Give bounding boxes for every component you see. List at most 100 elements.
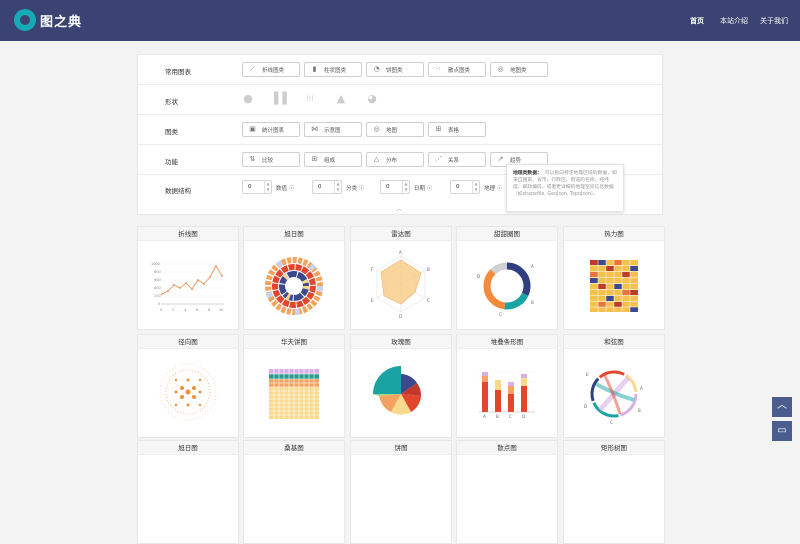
x-tick: 8 bbox=[208, 308, 210, 312]
chord-label: C bbox=[610, 420, 613, 425]
card-scatter-chart[interactable]: 散点图 bbox=[456, 440, 558, 544]
radar-label: D bbox=[399, 314, 402, 319]
heatmap-thumbnail bbox=[590, 260, 638, 312]
chip-pie-charts[interactable]: ◔ 饼图类 bbox=[366, 62, 424, 77]
filter-row-shape: 形状 ● ▌▌ ⁞⁞⁞ ▲ ◕ bbox=[138, 85, 662, 115]
card-waffle-chart[interactable]: 华夫饼图 bbox=[243, 334, 345, 438]
chip-label: 散点图类 bbox=[448, 67, 471, 74]
card-radar-chart[interactable]: 雷达图 A B C D E F bbox=[350, 226, 452, 330]
card-title: 桑基图 bbox=[244, 441, 344, 455]
line-chart-icon: ⟋ bbox=[250, 65, 255, 73]
card-title: 旭日图 bbox=[138, 441, 238, 455]
stepper-arrows-icon[interactable]: ▲ ▼ bbox=[334, 181, 341, 193]
bar-label: D bbox=[522, 414, 525, 419]
filter-row-label: 常用图表 bbox=[165, 68, 191, 76]
chip-compare[interactable]: ⇅ 比较 bbox=[242, 152, 300, 167]
trend-icon: ↗ bbox=[497, 155, 504, 163]
nav-about-us[interactable]: 关于我们 bbox=[760, 16, 788, 26]
card-chord-chart[interactable]: 和弦图 A B C D E bbox=[563, 334, 665, 438]
chip-label: 示意图 bbox=[324, 127, 341, 134]
chat-icon: ▭ bbox=[777, 425, 787, 436]
chip-scatter-charts[interactable]: ⁖ 散点图类 bbox=[428, 62, 486, 77]
chip-line-charts[interactable]: ⟋ 折线图类 bbox=[242, 62, 300, 77]
stepper-label-date: 日期 ⓘ bbox=[414, 186, 433, 192]
radar-label: B bbox=[427, 267, 430, 272]
radar-label: A bbox=[399, 250, 402, 255]
circle-shape-icon[interactable]: ● bbox=[242, 93, 254, 105]
bar-chart-icon: ▮ bbox=[312, 65, 317, 73]
composition-icon: ⊞ bbox=[311, 155, 318, 163]
card-pie-chart[interactable]: 饼图 bbox=[350, 440, 452, 544]
chip-bar-charts[interactable]: ▮ 柱状图类 bbox=[304, 62, 362, 77]
sunburst-thumbnail bbox=[265, 257, 323, 315]
stepper-arrows-icon[interactable]: ▲ ▼ bbox=[264, 181, 271, 193]
compare-icon: ⇅ bbox=[249, 155, 256, 163]
chip-distribution[interactable]: △ 分布 bbox=[366, 152, 424, 167]
stepper-arrows-icon[interactable]: ▲ ▼ bbox=[402, 181, 409, 193]
pie-chart-icon: ◔ bbox=[373, 65, 380, 73]
card-title: 径向图 bbox=[138, 335, 238, 349]
stacked-bar-thumbnail: A B C D bbox=[479, 371, 535, 419]
area-shape-icon[interactable]: ▲ bbox=[335, 93, 347, 105]
card-treemap-chart[interactable]: 矩形树图 bbox=[563, 440, 665, 544]
chevron-up-icon: ︿ bbox=[777, 400, 787, 411]
card-radial-chart[interactable]: 径向图 bbox=[137, 334, 239, 438]
bars-shape-icon[interactable]: ▌▌ bbox=[274, 93, 291, 105]
chip-label: 比较 bbox=[262, 157, 274, 164]
card-sankey-chart[interactable]: 桑基图 bbox=[243, 440, 345, 544]
stepper-value: 0 bbox=[248, 184, 252, 190]
feedback-button[interactable]: ▭ bbox=[772, 421, 792, 441]
date-stepper[interactable]: 0 ▲ ▼ bbox=[380, 180, 410, 194]
card-sunburst-chart-2[interactable]: 旭日图 bbox=[137, 440, 239, 544]
chip-tables[interactable]: ⊞ 表格 bbox=[428, 122, 486, 137]
chip-label: 关系 bbox=[448, 157, 460, 164]
radar-label: E bbox=[371, 298, 374, 303]
filter-row-label: 形状 bbox=[165, 98, 178, 106]
card-donut-chart[interactable]: 甜甜圈图 A B C D bbox=[456, 226, 558, 330]
card-stacked-bar-chart[interactable]: 堆叠条形图 A B C D bbox=[456, 334, 558, 438]
back-to-top-button[interactable]: ︿ bbox=[772, 397, 792, 417]
card-title: 散点图 bbox=[457, 441, 557, 455]
logo-icon[interactable] bbox=[14, 9, 36, 31]
chip-map-charts[interactable]: ◎ 地图类 bbox=[490, 62, 548, 77]
stepper-arrows-icon[interactable]: ▲ ▼ bbox=[472, 181, 479, 193]
card-title: 和弦图 bbox=[564, 335, 664, 349]
chip-relation[interactable]: ⋰ 关系 bbox=[428, 152, 486, 167]
chip-diagrams[interactable]: ⋈ 示意图 bbox=[304, 122, 362, 137]
donut-label: C bbox=[499, 312, 502, 317]
card-title: 折线图 bbox=[138, 227, 238, 241]
chip-maps[interactable]: ◎ 地图 bbox=[366, 122, 424, 137]
stepper-label-category: 分类 ⓘ bbox=[346, 186, 365, 192]
collapse-chevron-icon[interactable]: ︿ bbox=[396, 204, 402, 213]
globe-shape-icon[interactable]: ◕ bbox=[366, 93, 378, 105]
numeric-stepper[interactable]: 0 ▲ ▼ bbox=[242, 180, 272, 194]
bar-label: A bbox=[483, 414, 486, 419]
map-icon: ◎ bbox=[373, 125, 380, 133]
donut-label: D bbox=[477, 274, 480, 279]
card-rose-chart[interactable]: 玫瑰图 bbox=[350, 334, 452, 438]
chip-composition[interactable]: ⊞ 组成 bbox=[304, 152, 362, 167]
chord-label: B bbox=[638, 408, 641, 413]
card-line-chart[interactable]: 折线图 1000 800 600 400 200 0 0 2 4 6 8 10 bbox=[137, 226, 239, 330]
nav-about-site[interactable]: 本站介绍 bbox=[720, 16, 748, 26]
tooltip-title: 地理类数据： bbox=[513, 171, 542, 176]
chip-label: 分布 bbox=[386, 157, 398, 164]
geo-stepper[interactable]: 0 ▲ ▼ bbox=[450, 180, 480, 194]
chip-stat-charts[interactable]: ▣ 统计图表 bbox=[242, 122, 300, 137]
dots-shape-icon[interactable]: ⁞⁞⁞ bbox=[304, 93, 316, 105]
chord-thumbnail: A B C D E bbox=[584, 370, 643, 425]
card-heatmap-chart[interactable]: 热力图 bbox=[563, 226, 665, 330]
chip-label: 饼图类 bbox=[386, 67, 403, 74]
radial-thumbnail bbox=[159, 363, 217, 421]
nav-home[interactable]: 首页 bbox=[690, 16, 704, 26]
stats-icon: ▣ bbox=[249, 125, 256, 133]
logo-text[interactable]: 图之典 bbox=[40, 11, 82, 30]
line-chart-thumbnail: 1000 800 600 400 200 0 0 2 4 6 8 10 bbox=[151, 262, 224, 312]
y-tick: 1000 bbox=[151, 262, 160, 266]
card-sunburst-chart[interactable]: 旭日图 bbox=[243, 226, 345, 330]
filter-row-common-charts: 常用图表 ⟋ 折线图类 ▮ 柱状图类 ◔ 饼图类 ⁖ 散点图类 ◎ 地图类 bbox=[138, 55, 662, 85]
y-tick: 200 bbox=[154, 294, 161, 298]
waffle-thumbnail bbox=[269, 369, 319, 419]
category-stepper[interactable]: 0 ▲ ▼ bbox=[312, 180, 342, 194]
chip-label: 组成 bbox=[324, 157, 336, 164]
